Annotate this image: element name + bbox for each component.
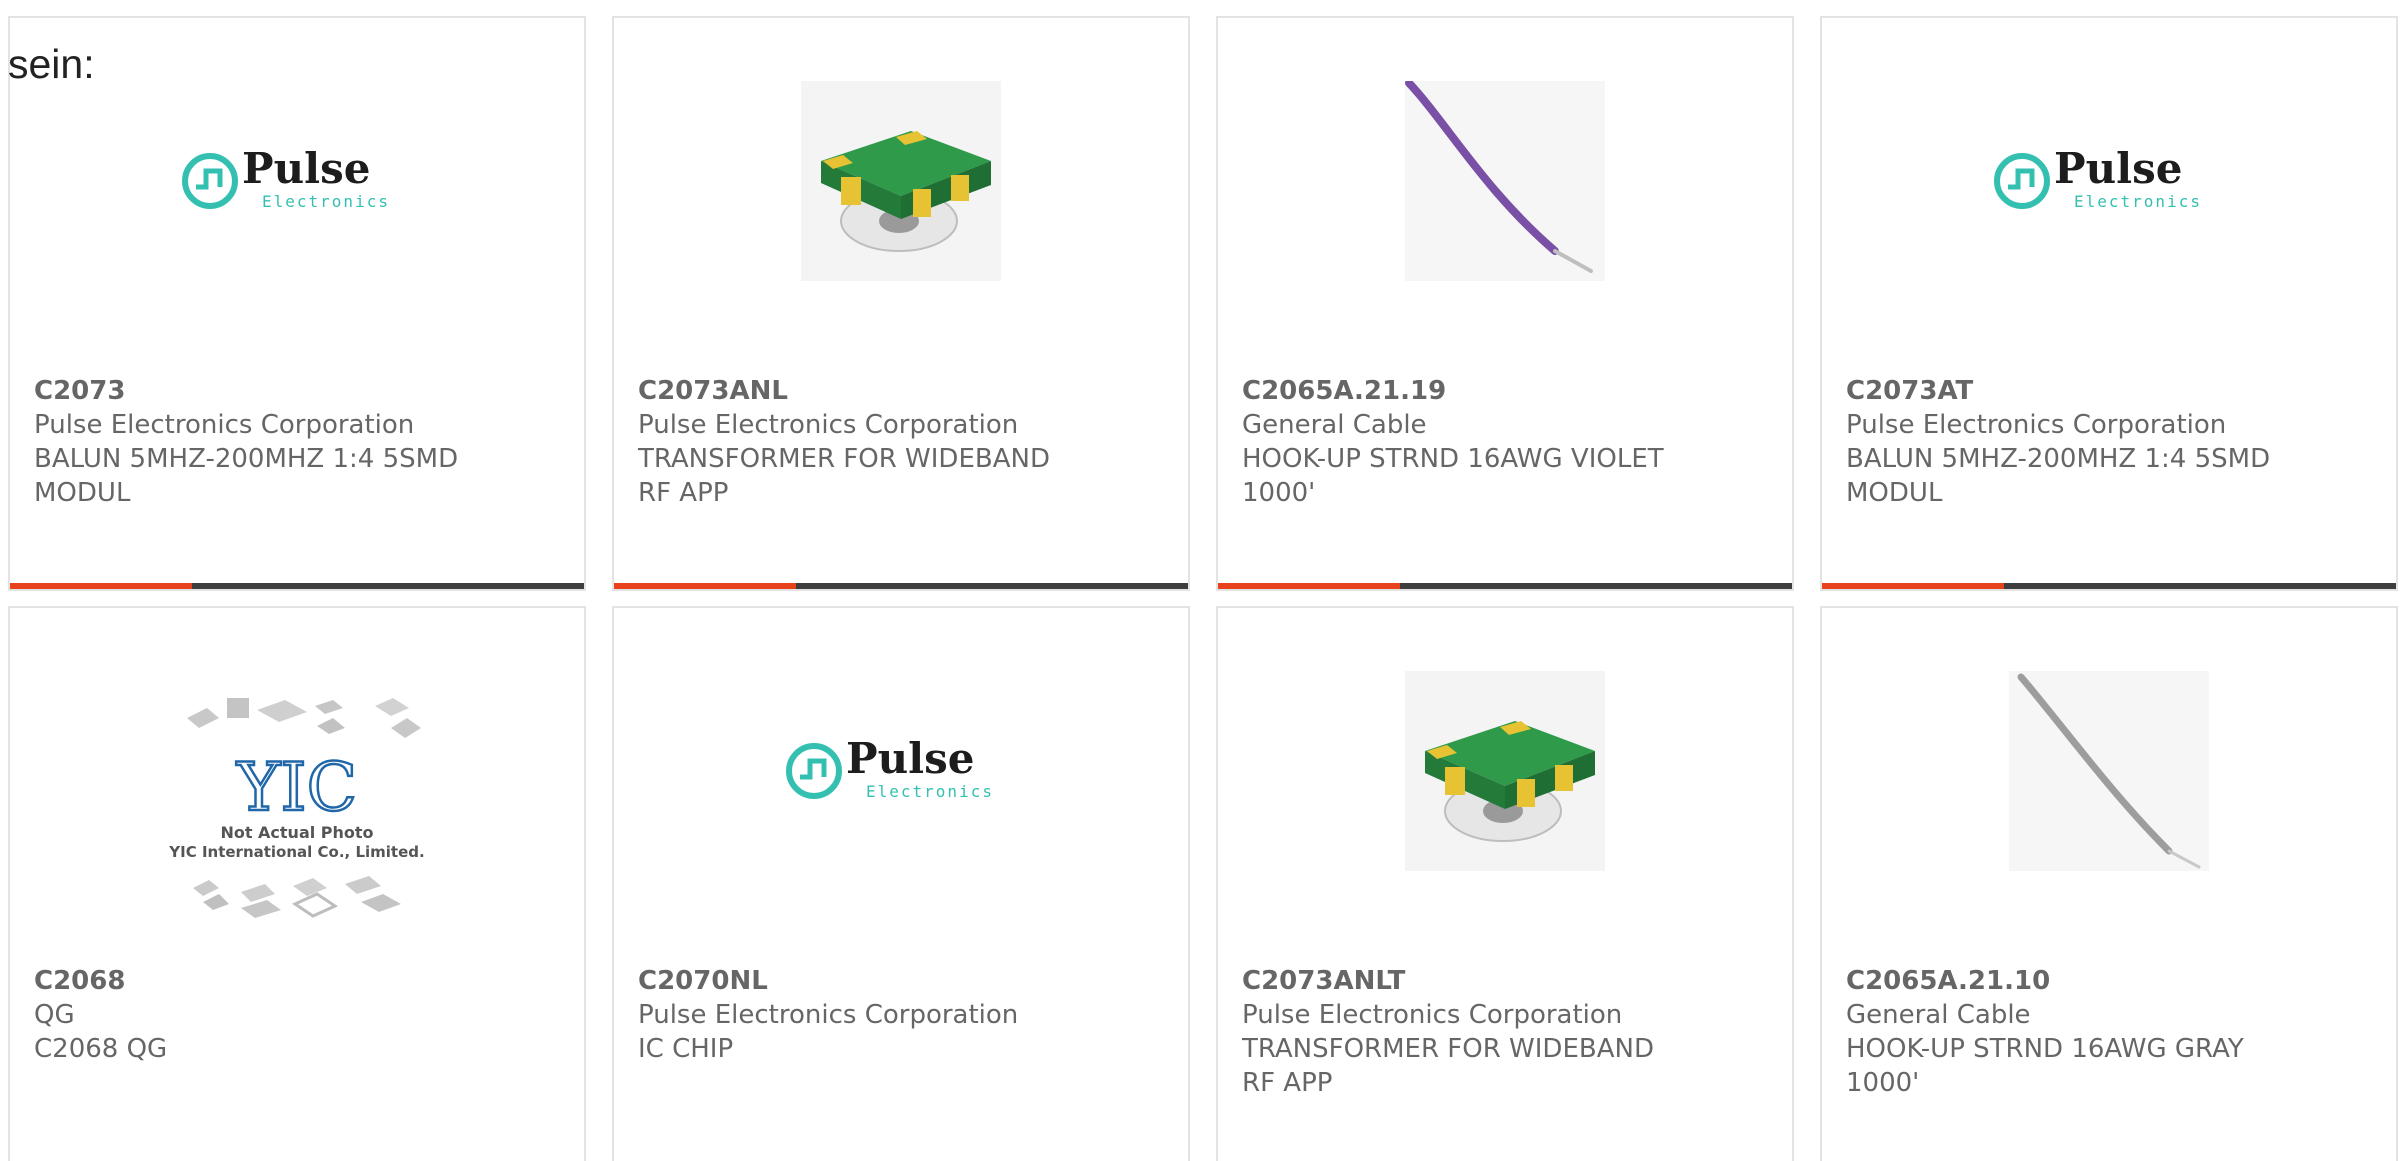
product-card[interactable]: Pulse Electronics C2073 Pulse Electronic… (8, 16, 586, 591)
product-card[interactable]: YIC Not Actual Photo YIC International C… (8, 606, 586, 1161)
part-number[interactable]: C2070NL (638, 964, 1068, 998)
pulse-logo-icon: Pulse Electronics (786, 734, 994, 801)
pulse-logo-icon: Pulse Electronics (1994, 144, 2202, 211)
svg-text:Pulse: Pulse (242, 144, 370, 193)
product-text: C2070NL Pulse Electronics Corporation IC… (638, 964, 1068, 1066)
smd-transformer-icon (1405, 671, 1605, 871)
svg-text:Pulse: Pulse (846, 734, 974, 783)
smd-transformer-icon (801, 81, 1001, 281)
description: TRANSFORMER FOR WIDEBAND RF APP (638, 444, 1050, 508)
card-bottom-bar (1822, 583, 2396, 589)
part-number[interactable]: C2068 (34, 964, 464, 998)
product-card[interactable]: C2065A.21.10 General Cable HOOK-UP STRND… (1820, 606, 2398, 1161)
pulse-logo-icon: Pulse Electronics (182, 144, 390, 211)
manufacturer: QG (34, 1000, 75, 1030)
part-number[interactable]: C2073AT (1846, 374, 2276, 408)
part-number[interactable]: C2065A.21.19 (1242, 374, 1672, 408)
product-card[interactable]: Pulse Electronics C2073AT Pulse Electron… (1820, 16, 2398, 591)
manufacturer: Pulse Electronics Corporation (1846, 410, 2227, 440)
product-image[interactable] (1822, 666, 2396, 876)
yic-placeholder-icon: YIC Not Actual Photo YIC International C… (168, 698, 425, 918)
part-number[interactable]: C2073ANLT (1242, 964, 1672, 998)
description: IC CHIP (638, 1034, 734, 1064)
product-card[interactable]: Pulse Electronics C2070NL Pulse Electron… (612, 606, 1190, 1161)
product-text: C2065A.21.10 General Cable HOOK-UP STRND… (1846, 964, 2276, 1100)
card-bottom-bar (10, 583, 584, 589)
description: HOOK-UP STRND 16AWG VIOLET 1000' (1242, 444, 1664, 508)
description: C2068 QG (34, 1034, 168, 1064)
manufacturer: Pulse Electronics Corporation (34, 410, 415, 440)
svg-text:YIC: YIC (236, 749, 357, 826)
product-text: C2073ANL Pulse Electronics Corporation T… (638, 374, 1068, 510)
svg-text:Electronics: Electronics (2074, 192, 2202, 211)
description: HOOK-UP STRND 16AWG GRAY 1000' (1846, 1034, 2244, 1098)
description: BALUN 5MHZ-200MHZ 1:4 5SMD MODUL (34, 444, 459, 508)
violet-wire-icon (1405, 81, 1605, 281)
manufacturer: General Cable (1242, 410, 1427, 440)
description: TRANSFORMER FOR WIDEBAND RF APP (1242, 1034, 1654, 1098)
svg-text:Pulse: Pulse (2054, 144, 2182, 193)
product-image[interactable]: Pulse Electronics (10, 76, 584, 286)
product-image[interactable] (1218, 76, 1792, 286)
svg-text:Not Actual Photo: Not Actual Photo (220, 823, 373, 842)
product-card[interactable]: C2073ANLT Pulse Electronics Corporation … (1216, 606, 1794, 1161)
product-text: C2073 Pulse Electronics Corporation BALU… (34, 374, 464, 510)
product-text: C2073AT Pulse Electronics Corporation BA… (1846, 374, 2276, 510)
part-number[interactable]: C2073ANL (638, 374, 1068, 408)
product-text: C2068 QG C2068 QG (34, 964, 464, 1066)
product-image[interactable] (1218, 666, 1792, 876)
product-card[interactable]: C2073ANL Pulse Electronics Corporation T… (612, 16, 1190, 591)
svg-text:YIC International Co., Limited: YIC International Co., Limited. (168, 843, 424, 861)
svg-text:Electronics: Electronics (262, 192, 390, 211)
gray-wire-icon (2009, 671, 2209, 871)
card-bottom-bar (1218, 583, 1792, 589)
product-image[interactable]: Pulse Electronics (1822, 76, 2396, 286)
manufacturer: Pulse Electronics Corporation (638, 1000, 1019, 1030)
product-image[interactable]: Pulse Electronics (614, 666, 1188, 876)
svg-text:Electronics: Electronics (866, 782, 994, 801)
part-number[interactable]: C2065A.21.10 (1846, 964, 2276, 998)
product-image[interactable] (614, 76, 1188, 286)
manufacturer: Pulse Electronics Corporation (638, 410, 1019, 440)
product-image[interactable]: YIC Not Actual Photo YIC International C… (10, 690, 584, 940)
intro-text: sein: (8, 41, 95, 87)
card-bottom-bar (614, 583, 1188, 589)
product-card[interactable]: C2065A.21.19 General Cable HOOK-UP STRND… (1216, 16, 1794, 591)
product-text: C2065A.21.19 General Cable HOOK-UP STRND… (1242, 374, 1672, 510)
manufacturer: Pulse Electronics Corporation (1242, 1000, 1623, 1030)
part-number[interactable]: C2073 (34, 374, 464, 408)
product-text: C2073ANLT Pulse Electronics Corporation … (1242, 964, 1672, 1100)
product-grid: sein: Pulse Electronics C2073 Pulse Elec… (0, 0, 2400, 1161)
manufacturer: General Cable (1846, 1000, 2031, 1030)
description: BALUN 5MHZ-200MHZ 1:4 5SMD MODUL (1846, 444, 2271, 508)
